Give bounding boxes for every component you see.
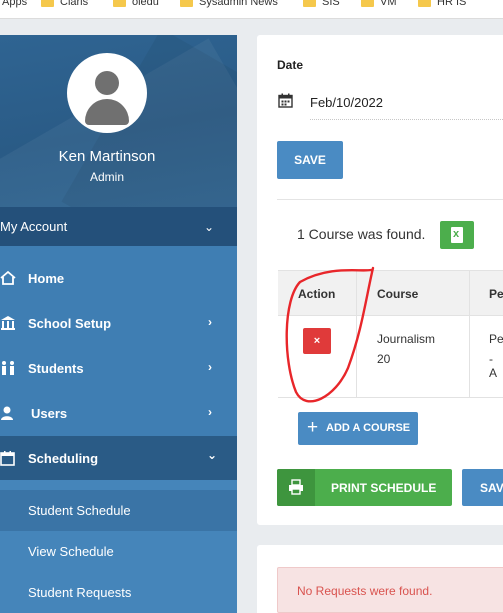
bookmark-claris[interactable]: Claris <box>41 0 88 8</box>
scheduling-submenu: Student Schedule View Schedule Student R… <box>0 480 237 613</box>
column-header-period: Pe <box>489 287 503 301</box>
no-requests-alert: No Requests were found. <box>277 567 503 613</box>
plus-icon: + <box>307 417 319 438</box>
printer-icon <box>289 479 303 495</box>
chevron-right-icon: › <box>208 360 212 374</box>
users-icon <box>1 406 13 420</box>
course-period-detail: - A <box>489 352 498 380</box>
date-input[interactable] <box>310 86 503 120</box>
add-course-button[interactable]: + ADD A COURSE <box>298 412 418 445</box>
sidebar-item-scheduling[interactable]: Scheduling ⌄ <box>0 436 237 481</box>
home-icon <box>0 270 16 285</box>
divider <box>277 199 503 200</box>
export-excel-button[interactable]: x <box>440 221 474 249</box>
profile-panel: Ken Martinson Admin <box>0 35 237 207</box>
user-name: Ken Martinson <box>58 148 156 165</box>
alert-text: No Requests were found. <box>297 584 433 598</box>
folder-icon <box>180 0 193 7</box>
bookmarks-bar: Apps Claris oledu Sysadmin News SIS VM H… <box>0 0 503 19</box>
sidebar-item-students[interactable]: Students › <box>0 346 237 391</box>
print-schedule-button[interactable]: PRINT SCHEDULE <box>277 469 452 506</box>
user-role: Admin <box>89 170 124 184</box>
folder-icon <box>361 0 374 7</box>
my-account-label: My Account <box>0 219 68 234</box>
chevron-down-icon: ⌄ <box>207 448 218 462</box>
bookmark-apps[interactable]: Apps <box>2 0 27 8</box>
bookmark-sis[interactable]: SIS <box>303 0 340 8</box>
folder-icon <box>113 0 126 7</box>
my-account-toggle[interactable]: My Account ⌄ <box>0 207 237 246</box>
building-icon <box>1 316 15 330</box>
column-header-course: Course <box>377 287 419 301</box>
folder-icon <box>41 0 54 7</box>
calendar-icon[interactable] <box>278 93 293 108</box>
chevron-right-icon: › <box>208 405 212 419</box>
sidebar-item-label: Scheduling <box>28 451 99 466</box>
folder-icon <box>418 0 431 7</box>
sidebar-item-label: School Setup <box>28 316 112 331</box>
submenu-item-student-requests[interactable]: Student Requests <box>0 572 237 613</box>
bookmark-sysadmin-news[interactable]: Sysadmin News <box>180 0 278 8</box>
column-header-action: Action <box>298 287 336 301</box>
date-label: Date <box>277 58 304 72</box>
save-schedule-button[interactable]: SAV <box>462 469 503 506</box>
save-button[interactable]: SAVE <box>277 141 343 179</box>
user-icon <box>95 71 119 95</box>
course-number: 20 <box>377 352 391 366</box>
bookmark-vm[interactable]: VM <box>361 0 397 8</box>
bookmark-hr-is[interactable]: HR IS <box>418 0 466 8</box>
chevron-down-icon: ⌄ <box>204 220 215 234</box>
courses-found-text: 1 Course was found. <box>297 226 426 242</box>
avatar[interactable] <box>67 53 147 133</box>
submenu-item-student-schedule[interactable]: Student Schedule <box>0 490 237 531</box>
sidebar-item-school-setup[interactable]: School Setup › <box>0 301 237 346</box>
course-name: Journalism <box>377 332 436 346</box>
sidebar-item-home[interactable]: Home <box>0 256 237 301</box>
folder-icon <box>303 0 316 7</box>
chevron-right-icon: › <box>208 315 212 329</box>
sidebar-item-label: Users <box>31 406 68 421</box>
sidebar-item-users[interactable]: Users › <box>0 391 237 436</box>
delete-course-button[interactable]: × <box>303 328 331 354</box>
students-icon <box>2 361 14 375</box>
bookmark-oledu[interactable]: oledu <box>113 0 159 8</box>
course-period: Pe <box>489 332 503 346</box>
submenu-item-view-schedule[interactable]: View Schedule <box>0 531 237 572</box>
sidebar: Ken Martinson Admin My Account ⌄ Home Sc… <box>0 35 237 613</box>
sidebar-item-label: Home <box>28 271 65 286</box>
calendar-icon <box>0 451 15 466</box>
sidebar-item-label: Students <box>28 361 84 376</box>
